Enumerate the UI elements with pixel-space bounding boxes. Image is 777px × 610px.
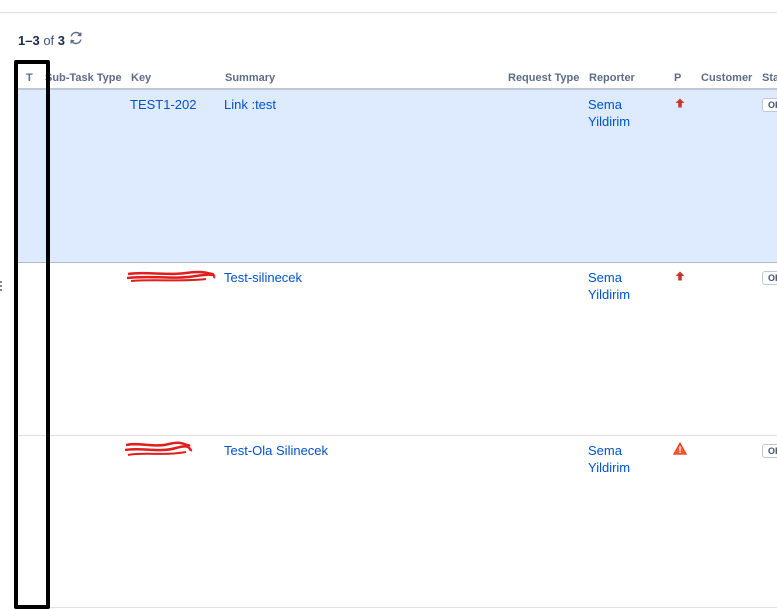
results-range: 1–3 — [18, 33, 40, 48]
column-header-customer[interactable]: Customer — [701, 72, 752, 84]
results-total: 3 — [57, 33, 66, 48]
results-count: 1–3 of 3 — [18, 33, 65, 48]
column-header-priority[interactable]: P — [674, 72, 681, 84]
issue-summary-link[interactable]: Test-silinecek — [224, 269, 302, 286]
column-header-subtask-type[interactable]: Sub-Task Type — [45, 72, 122, 84]
redaction-scribble — [124, 441, 193, 456]
table-row[interactable]: Test-Ola Silinecek Sema Yildirim OPEN — [18, 436, 777, 606]
redaction-scribble — [126, 270, 216, 282]
resize-handle[interactable] — [0, 281, 2, 291]
table-header: T Sub-Task Type Key Summary Request Type… — [0, 67, 777, 89]
refresh-icon[interactable] — [68, 30, 84, 46]
column-header-summary[interactable]: Summary — [225, 72, 275, 84]
priority-high-arrow-icon — [675, 271, 685, 281]
results-of-label: of — [43, 33, 55, 48]
issue-summary-link[interactable]: Link :test — [224, 96, 276, 113]
status-lozenge[interactable]: OPEN — [762, 444, 777, 458]
annotation-highlight-box — [14, 60, 50, 609]
status-lozenge[interactable]: OPEN — [762, 98, 777, 112]
table-row[interactable]: TEST1-202 Link :test Sema Yildirim OPEN — [18, 89, 777, 263]
reporter-link[interactable]: Sema Yildirim — [588, 96, 648, 130]
column-header-key[interactable]: Key — [131, 72, 151, 84]
table-bottom-divider — [18, 607, 777, 608]
status-lozenge[interactable]: OPEN — [762, 271, 777, 285]
priority-high-arrow-icon — [675, 98, 685, 108]
top-divider — [0, 12, 777, 13]
column-header-status[interactable]: Sta — [762, 72, 777, 84]
issue-key-link[interactable]: TEST1-202 — [130, 96, 196, 113]
issue-summary-link[interactable]: Test-Ola Silinecek — [224, 442, 328, 459]
table-row[interactable]: Test-silinecek Sema Yildirim OPEN — [18, 263, 777, 436]
priority-warning-triangle-icon — [673, 442, 687, 455]
reporter-link[interactable]: Sema Yildirim — [588, 442, 648, 476]
column-header-reporter[interactable]: Reporter — [589, 72, 635, 84]
reporter-link[interactable]: Sema Yildirim — [588, 269, 648, 303]
column-header-request-type[interactable]: Request Type — [508, 72, 579, 84]
